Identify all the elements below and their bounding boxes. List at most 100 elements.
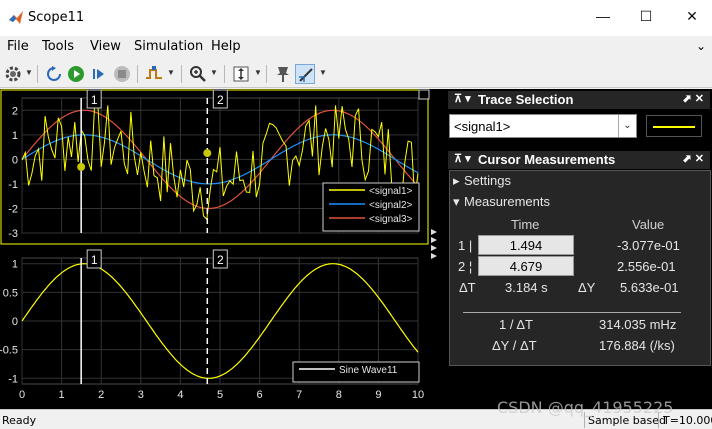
plot2-xtick-label: 8 [336, 389, 342, 401]
time-column-header: Time [511, 217, 540, 232]
plot2-xtick-label: 10 [412, 389, 424, 401]
plot2-cursor2-flag-label: 2 [217, 253, 224, 267]
toolbar-separator [137, 65, 138, 83]
window-title: Scope11 [28, 10, 85, 25]
plot2-xtick-label: 1 [59, 389, 65, 401]
plot2-xtick-label: 3 [138, 389, 144, 401]
delta-y-label: ΔY [578, 280, 596, 295]
minimize-button[interactable]: — [592, 8, 614, 28]
zoom-icon[interactable] [188, 64, 208, 84]
chevron-down-icon[interactable]: ⌄ [696, 39, 706, 53]
inverse-delta-t-value: 314.035 mHz [599, 317, 677, 332]
plot2-xtick-label: 0 [19, 389, 25, 401]
stop-icon[interactable] [112, 64, 132, 84]
plot2-ytick-label: 0.5 [3, 287, 18, 299]
cursor2-value: 2.556e-01 [617, 259, 676, 274]
settings-section[interactable]: Settings [464, 173, 511, 188]
gear-icon[interactable] [3, 64, 23, 84]
cursor-measurements-title: Cursor Measurements [478, 152, 616, 167]
plot2-ytick-label: 1 [12, 259, 18, 271]
menu-file[interactable]: File [7, 39, 29, 54]
toolbar-separator [224, 65, 225, 83]
cursor-measurements-header: ⊼ ▾ Cursor Measurements ⬈ ✕ [448, 151, 710, 169]
slope-value: 176.884 (/ks) [599, 338, 675, 353]
measurements-section[interactable]: Measurements [464, 194, 550, 209]
plot1-ytick-label: -2 [8, 203, 18, 215]
matlab-logo-icon [9, 11, 23, 24]
panel-pin-icon[interactable]: ⊼ ▾ [454, 152, 471, 165]
slope-label: ΔY / ΔT [492, 338, 537, 353]
trace-selection-header: ⊼ ▾ Trace Selection ⬈ ✕ [448, 91, 710, 109]
trigger-dropdown-icon[interactable]: ▼ [167, 68, 175, 77]
plot2-xtick-label: 9 [375, 389, 381, 401]
cursor-measurements-icon[interactable] [295, 64, 315, 84]
scope-plots[interactable]: 210-1-2-310.50-0.5-10 1 2 3 4 5 6 7 8 9 101 21 2<sig… [0, 89, 446, 409]
delta-t-value: 3.184 s [505, 280, 548, 295]
delta-t-label: ΔT [459, 280, 476, 295]
panel-pin-icon[interactable]: ⊼ ▾ [454, 92, 471, 105]
trigger-icon[interactable] [144, 64, 164, 84]
plot2-cursor1-flag-label: 1 [91, 253, 98, 267]
plot2-xtick-label: 7 [296, 389, 302, 401]
cursor-dropdown-icon[interactable]: ▼ [319, 68, 327, 77]
plot1-ytick-label: 0 [12, 154, 18, 166]
settings-expander-icon[interactable]: ▸ [453, 173, 460, 189]
plot-nav-arrow-icon [431, 245, 437, 251]
cursor1-time-field[interactable]: 1.494 [478, 235, 574, 255]
plot1-ytick-label: 1 [12, 130, 18, 142]
value-column-header: Value [632, 217, 665, 232]
plot2-xtick-label: 4 [177, 389, 183, 401]
chevron-down-icon[interactable]: ⌄ [618, 115, 636, 137]
measurement-divider [463, 312, 681, 313]
plot2-xtick-label: 6 [257, 389, 263, 401]
menu-view[interactable]: View [90, 39, 121, 54]
plot-expand-icon [418, 89, 430, 100]
gear-dropdown-icon[interactable]: ▼ [25, 68, 33, 77]
csdn-watermark: CSDN @qq_41955225 [497, 398, 674, 417]
toolbar-separator [181, 65, 182, 83]
close-button[interactable]: ✕ [681, 8, 703, 28]
measurements-expander-icon[interactable]: ▾ [453, 194, 460, 210]
plot2-legend-label: Sine Wave11 [339, 365, 398, 376]
panel-undock-close-icon[interactable]: ⬈ ✕ [683, 92, 705, 105]
plot2-xtick-label: 5 [217, 389, 223, 401]
plot1-legend-label: <signal1> [369, 186, 413, 197]
menu-simulation[interactable]: Simulation [134, 39, 203, 54]
trace-select-value: <signal1> [454, 119, 511, 134]
plot1-ytick-label: -1 [8, 179, 18, 191]
trace-select-dropdown[interactable]: <signal1> ⌄ [449, 114, 637, 138]
plot1-ytick-label: 2 [12, 105, 18, 117]
cursor1-value: -3.077e-01 [617, 238, 680, 253]
zoom-dropdown-icon[interactable]: ▼ [210, 68, 218, 77]
delta-y-value: 5.633e-01 [620, 280, 679, 295]
run-icon[interactable] [66, 64, 86, 84]
status-ready: Ready [2, 414, 37, 427]
title-bar: Scope11 — ☐ ✕ [0, 0, 712, 36]
menu-bar: File Tools View Simulation Help ⌄ [0, 36, 712, 58]
toolbar-separator [37, 65, 38, 83]
menu-tools[interactable]: Tools [42, 39, 74, 54]
toolbar: ▼ ▼ ▼ ▼ ▼ [0, 60, 712, 88]
step-back-icon[interactable] [44, 64, 64, 84]
plot1-cursor2-flag-label: 2 [217, 93, 224, 107]
scale-dropdown-icon[interactable]: ▼ [254, 68, 262, 77]
cursor2-marker [203, 149, 212, 158]
plot2-xtick-label: 2 [98, 389, 104, 401]
cursor2-time-field[interactable]: 4.679 [478, 256, 574, 276]
cursor1-marker [77, 162, 86, 171]
pin-icon[interactable] [273, 64, 293, 84]
maximize-button[interactable]: ☐ [635, 8, 657, 28]
step-forward-icon[interactable] [89, 64, 109, 84]
plot1-legend-label: <signal2> [369, 200, 413, 211]
scale-axes-icon[interactable] [231, 64, 251, 84]
plot2-ytick-label: -1 [8, 373, 18, 385]
menu-help[interactable]: Help [211, 39, 241, 54]
panel-undock-close-icon[interactable]: ⬈ ✕ [683, 152, 705, 165]
scope-window: Scope11 — ☐ ✕ File Tools View Simulation… [0, 0, 712, 429]
trace-selection-title: Trace Selection [478, 92, 574, 107]
trace-color-swatch[interactable] [646, 115, 702, 137]
plot1-legend-label: <signal3> [369, 214, 413, 225]
plot2-ytick-label: -0.5 [0, 345, 18, 357]
toolbar-separator [266, 65, 267, 83]
plot1-cursor1-flag-label: 1 [91, 93, 98, 107]
